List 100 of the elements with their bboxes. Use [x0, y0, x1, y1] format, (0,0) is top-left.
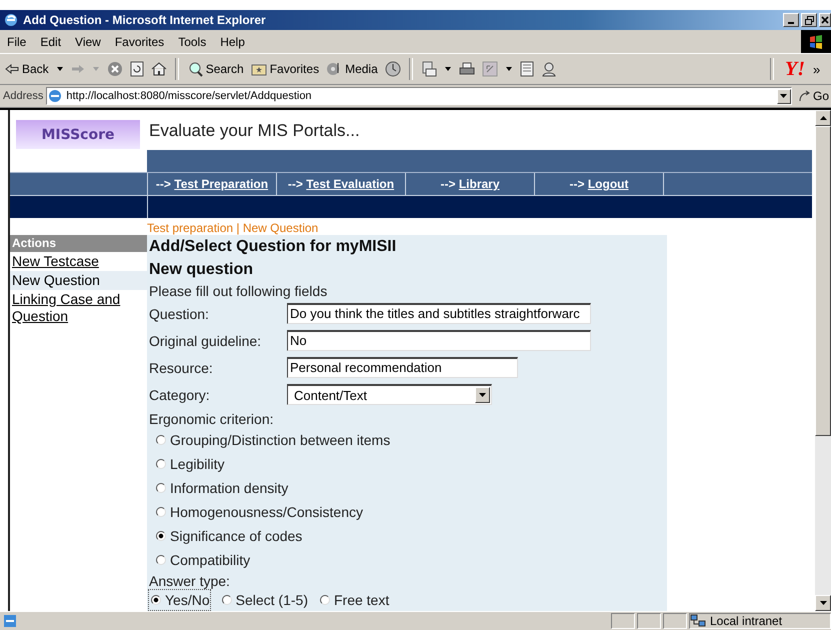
caret-icon [820, 116, 826, 120]
more-button[interactable]: » [813, 62, 820, 76]
media-button[interactable]: Media [324, 61, 380, 77]
discuss-button[interactable] [518, 61, 536, 77]
printer-icon [458, 62, 475, 76]
windows-logo-icon [801, 30, 831, 53]
radio-option[interactable]: Yes/No [149, 590, 210, 610]
status-pane [611, 613, 635, 629]
form-subheading: New question [149, 260, 254, 280]
mail-icon [420, 61, 437, 77]
status-pane [663, 613, 687, 629]
field-label: Resource: [149, 360, 214, 376]
field-label: Question: [149, 306, 210, 322]
nav-link[interactable]: --> Library [440, 177, 500, 191]
radio-option[interactable]: Free text [318, 590, 390, 610]
menu-item[interactable]: Help [213, 34, 252, 48]
radio-option[interactable]: Select (1-5) [220, 590, 308, 610]
menu-item[interactable]: File [0, 34, 34, 48]
refresh-icon [130, 61, 144, 77]
menu-item[interactable]: Edit [33, 34, 68, 48]
clock-icon [384, 61, 401, 77]
radio-button[interactable] [156, 435, 166, 445]
favorites-button[interactable]: Favorites [248, 62, 322, 76]
radio-option[interactable]: Compatibility [149, 548, 665, 572]
status-pane [637, 613, 661, 629]
radio-option[interactable]: Grouping/Distinction between items [149, 428, 665, 452]
search-icon [186, 61, 203, 77]
go-arrow-icon [798, 90, 811, 102]
stop-icon [106, 61, 123, 77]
dropdown-arrow-icon [56, 67, 63, 71]
answer-type-label: Answer type: [149, 572, 231, 590]
dropdown-arrow-icon [506, 67, 512, 71]
radio-button[interactable] [156, 531, 166, 541]
field-label: Original guideline: [149, 332, 262, 348]
history-button[interactable] [382, 61, 403, 77]
radio-option[interactable]: Information density [149, 476, 665, 500]
radio-button[interactable] [320, 595, 330, 605]
radio-button[interactable] [151, 595, 161, 605]
dropdown-arrow-icon [444, 67, 451, 71]
document-icon [520, 61, 534, 77]
person-icon [540, 61, 557, 77]
home-icon [150, 61, 167, 77]
tagline: Evaluate your MIS Portals... [148, 120, 360, 142]
instruction-text: Please fill out following fields [149, 282, 328, 300]
nav-link[interactable]: --> Test Evaluation [288, 177, 394, 191]
star-folder-icon [250, 62, 267, 76]
radio-button[interactable] [222, 595, 232, 605]
edit-icon [482, 61, 498, 77]
dropdown-button[interactable] [776, 88, 791, 104]
text-field[interactable]: Personal recommendation [287, 357, 518, 378]
restore-button[interactable] [801, 13, 817, 27]
address-label: Address [3, 90, 44, 102]
zone-label: Local intranet [710, 614, 782, 628]
sidebar-item[interactable]: Linking Case and Question [10, 290, 147, 326]
menu-item[interactable]: Favorites [108, 34, 172, 48]
refresh-button[interactable] [128, 61, 146, 77]
radio-button[interactable] [156, 555, 166, 565]
caret-icon [820, 601, 826, 605]
go-button[interactable]: Go [794, 89, 831, 103]
back-button[interactable]: Back [3, 62, 51, 76]
sidebar-item[interactable]: New Question [10, 271, 147, 290]
nav-link[interactable]: --> Test Preparation [156, 177, 268, 191]
radio-option[interactable]: Homogenousness/Consistency [149, 500, 665, 524]
radio-button[interactable] [156, 483, 166, 493]
radio-option[interactable]: Significance of codes [149, 524, 665, 548]
site-logo: MISScore [16, 120, 140, 149]
address-field[interactable]: http://localhost:8080/misscore/servlet/Addquestion [46, 87, 792, 105]
forward-arrow-icon [70, 64, 85, 74]
category-dropdown[interactable]: Content/Text [287, 384, 492, 405]
menu-item[interactable]: Tools [171, 34, 214, 48]
minimize-button[interactable] [783, 13, 799, 27]
dropdown-arrow-icon [92, 67, 99, 71]
nav-link[interactable]: --> Logout [570, 177, 628, 191]
restore-icon [804, 16, 814, 24]
browser-logo-icon [3, 12, 19, 28]
radio-button[interactable] [156, 459, 166, 469]
page-icon [47, 88, 64, 104]
scroll-up-button[interactable] [815, 110, 831, 126]
sidebar-header: Actions [10, 235, 147, 252]
sidebar-item[interactable]: New Testcase [10, 252, 147, 271]
close-button[interactable] [819, 13, 831, 27]
radio-button[interactable] [156, 507, 166, 517]
caret-icon [780, 94, 788, 98]
scroll-down-button[interactable] [815, 595, 831, 611]
radio-option[interactable]: Legibility [149, 452, 665, 476]
field-label: Category: [149, 386, 211, 402]
close-icon [821, 16, 829, 24]
breadcrumb: Test preparation | New Question [147, 221, 318, 235]
criterion-label: Ergonomic criterion: [149, 410, 274, 428]
form-heading: Add/Select Question for myMISII [149, 237, 398, 257]
back-arrow-icon [5, 64, 19, 74]
window-title: Add Question - Microsoft Internet Explorer [23, 13, 267, 27]
print-button[interactable] [456, 62, 477, 76]
network-icon [690, 614, 706, 628]
text-field[interactable]: Do you think the titles and subtitles straightforwarc [287, 303, 591, 324]
menu-item[interactable]: View [68, 34, 108, 48]
text-field[interactable]: No [287, 330, 591, 351]
scroll-thumb[interactable] [815, 126, 831, 436]
scrollbar[interactable] [815, 110, 831, 611]
search-button[interactable]: Search [184, 61, 246, 77]
